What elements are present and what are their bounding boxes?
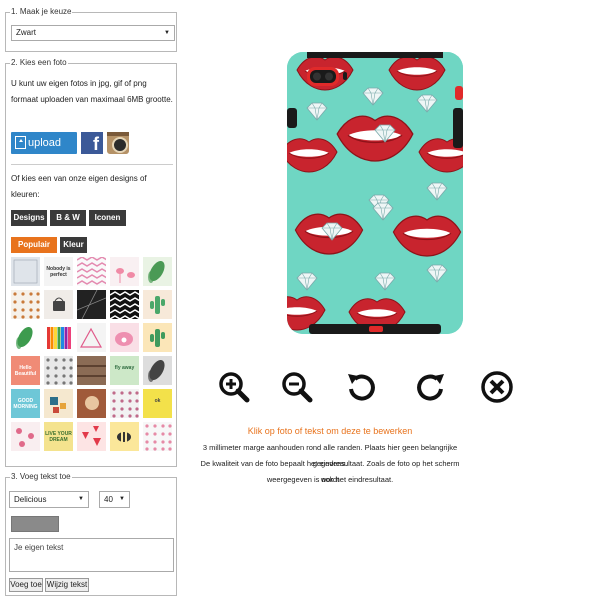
thumbnail-text: Nobody is perfect [46, 266, 71, 278]
design-thumbnail[interactable] [44, 290, 73, 319]
font-select-value: Delicious [14, 495, 47, 504]
design-thumbnail[interactable] [77, 290, 106, 319]
step1-legend: 1. Maak je keuze [10, 7, 73, 17]
step3-fieldset: 3. Voeg tekst toe Delicious ▼ 40 ▼ Je ei… [5, 472, 177, 596]
subtab-kleur[interactable]: Kleur [60, 237, 87, 253]
add-text-button[interactable]: Voeg toe [9, 578, 43, 592]
design-thumbnail[interactable] [11, 290, 40, 319]
facebook-button[interactable]: f [81, 132, 103, 154]
zoom-in-icon [219, 372, 250, 403]
design-thumbnail[interactable] [44, 323, 73, 352]
thumbnail-text: Hello Beautiful [14, 365, 37, 377]
upload-label: upload [28, 137, 62, 149]
design-thumbnail[interactable]: GOOD MORNING [11, 389, 40, 418]
design-thumbnail[interactable] [11, 323, 40, 352]
custom-text-placeholder: Je eigen tekst [14, 543, 64, 552]
upload-icon [15, 136, 26, 149]
remove-button[interactable] [480, 370, 514, 404]
edit-hint: Klik op foto of tekst om deze te bewerke… [247, 426, 413, 436]
upload-button[interactable]: upload [11, 132, 77, 154]
design-thumbnail[interactable]: Hello Beautiful [11, 356, 40, 385]
font-size-value: 40 [104, 495, 113, 504]
step1-fieldset: 1. Maak je keuze Zwart ▼ [5, 7, 177, 52]
design-thumbnail[interactable]: ok [143, 389, 172, 418]
design-thumbnail[interactable] [110, 290, 139, 319]
design-thumbnail[interactable] [77, 422, 106, 451]
edit-text-button[interactable]: Wijzig tekst [45, 578, 89, 592]
remove-icon [481, 371, 513, 403]
design-thumbnail[interactable] [143, 290, 172, 319]
zoom-out-icon [282, 372, 313, 403]
design-thumbnail[interactable] [143, 257, 172, 286]
upload-description: U kunt uw eigen fotos in jpg, gif of png… [11, 79, 173, 104]
instagram-button[interactable] [107, 132, 129, 154]
design-thumbnail[interactable]: Nobody is perfect [44, 257, 73, 286]
rotate-right-button[interactable] [413, 370, 447, 404]
step2-legend: 2. Kies een foto [10, 58, 68, 68]
design-thumbnail[interactable] [143, 356, 172, 385]
design-thumbnail[interactable] [77, 356, 106, 385]
tab-designs[interactable]: Designs [11, 210, 47, 226]
design-thumbnail[interactable] [11, 422, 40, 451]
design-thumbnail[interactable] [77, 323, 106, 352]
chevron-down-icon: ▼ [164, 30, 170, 36]
chevron-down-icon: ▼ [78, 496, 84, 502]
step2-fieldset: 2. Kies een foto U kunt uw eigen fotos i… [5, 58, 177, 467]
design-thumbnail[interactable] [110, 389, 139, 418]
custom-text-input[interactable]: Je eigen tekst [9, 538, 174, 572]
font-size-select[interactable]: 40 ▼ [99, 491, 130, 508]
design-thumbnail[interactable] [44, 389, 73, 418]
design-thumbnail[interactable] [110, 323, 139, 352]
design-thumbnail[interactable]: fly away [110, 356, 139, 385]
design-thumbnail[interactable] [77, 389, 106, 418]
font-select[interactable]: Delicious ▼ [9, 491, 89, 508]
divider [11, 164, 173, 165]
zoom-in-button[interactable] [217, 370, 251, 404]
design-thumbnail[interactable] [110, 257, 139, 286]
tab-bw[interactable]: B & W [50, 210, 86, 226]
own-designs-text: Of kies een van onze eigen designs of kl… [11, 174, 147, 199]
design-thumbnail[interactable] [44, 356, 73, 385]
design-thumbnail[interactable] [143, 323, 172, 352]
model-color-select[interactable]: Zwart ▼ [11, 25, 175, 41]
subtab-populair[interactable]: Populair [11, 237, 57, 253]
rotate-left-button[interactable] [345, 370, 379, 404]
phone-case-artwork [287, 52, 463, 334]
zoom-out-button[interactable] [280, 370, 314, 404]
phone-case-preview[interactable] [287, 52, 463, 334]
model-color-value: Zwart [16, 28, 36, 37]
design-thumbnail[interactable]: LIVE YOUR DREAM [44, 422, 73, 451]
design-thumbnail[interactable] [143, 422, 172, 451]
text-color-picker[interactable] [11, 516, 59, 532]
tab-iconen[interactable]: Iconen [89, 210, 126, 226]
design-thumbnail[interactable] [11, 257, 40, 286]
design-thumbnail-grid: Nobody is perfect Hello Beautiful fly away… [11, 257, 173, 457]
facebook-icon: f [93, 134, 99, 154]
info-line-3: weergegeven is ook het eindresultaat. [266, 475, 394, 484]
design-thumbnail[interactable] [77, 257, 106, 286]
thumbnail-text: LIVE YOUR DREAM [45, 431, 72, 443]
rotate-right-icon [417, 374, 444, 401]
rotate-left-icon [348, 374, 375, 401]
chevron-down-icon: ▼ [119, 496, 125, 502]
thumbnail-text: fly away [114, 365, 135, 371]
thumbnail-text: GOOD MORNING [13, 398, 38, 410]
step3-legend: 3. Voeg tekst toe [10, 472, 72, 482]
design-thumbnail[interactable] [110, 422, 139, 451]
thumbnail-text: ok [154, 398, 161, 404]
